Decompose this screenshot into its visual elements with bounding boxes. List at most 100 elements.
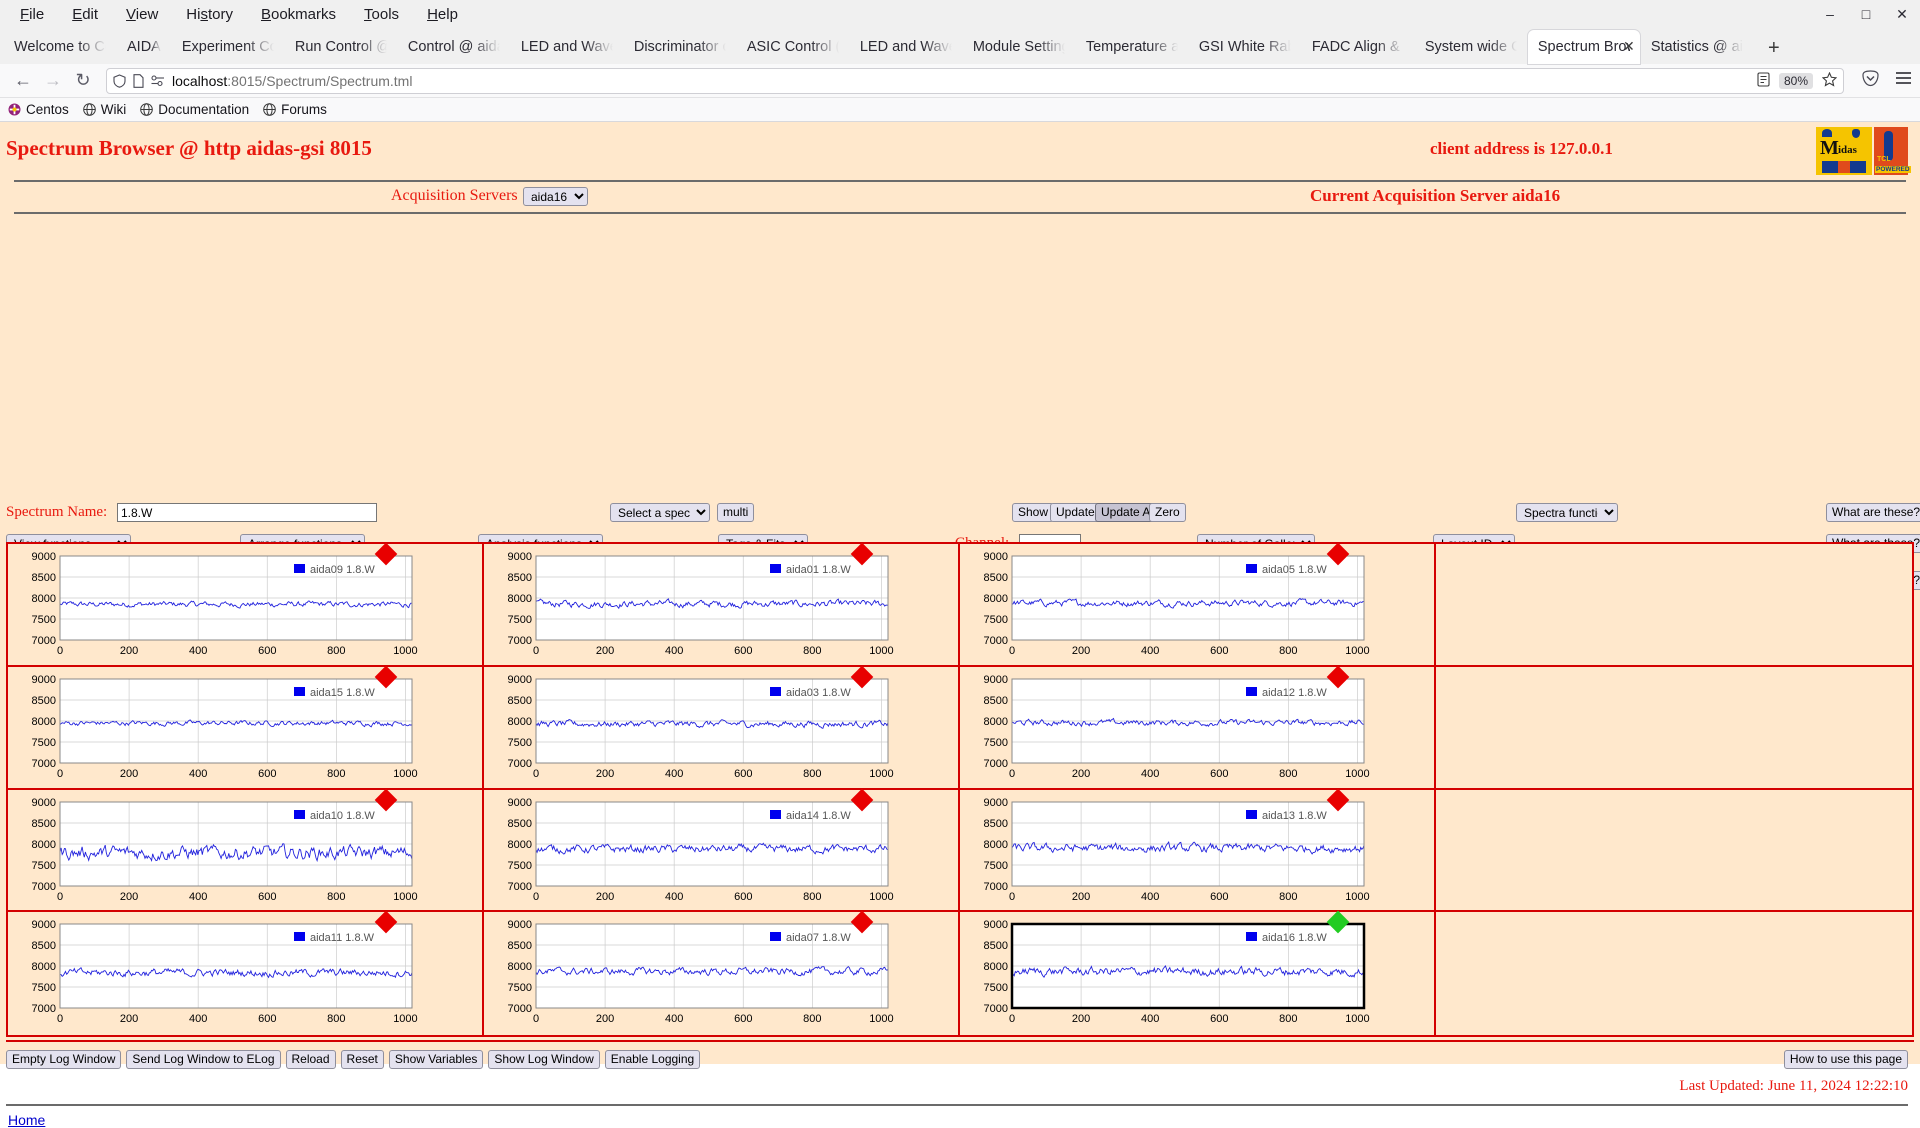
- footer-button[interactable]: Send Log Window to ELog: [126, 1050, 281, 1069]
- browser-tab[interactable]: Module Setting: [963, 30, 1075, 64]
- minimize-button[interactable]: –: [1812, 6, 1848, 22]
- gallery-cell[interactable]: [1436, 790, 1912, 913]
- spectrum-plot[interactable]: 7000 7500 8000 8500 9000 0 200 400 600 800 1000 ai…: [492, 671, 896, 783]
- svg-text:8000: 8000: [32, 593, 56, 605]
- browser-tab[interactable]: LED and Wavef: [511, 30, 623, 64]
- browser-tab[interactable]: Run Control @: [285, 30, 397, 64]
- browser-tab[interactable]: Experiment Co: [172, 30, 284, 64]
- menu-tools[interactable]: Tools: [350, 3, 413, 26]
- footer-button[interactable]: Show Variables: [388, 1050, 484, 1069]
- maximize-button[interactable]: □: [1848, 6, 1884, 22]
- svg-text:200: 200: [1072, 1013, 1090, 1025]
- footer-button[interactable]: Reload: [285, 1050, 336, 1069]
- menu-file[interactable]: File: [6, 3, 58, 26]
- spectrum-plot[interactable]: 7000 7500 8000 8500 9000 0 200 400 600 800 1000 ai…: [968, 794, 1372, 906]
- spectrum-plot[interactable]: 7000 7500 8000 8500 9000 0 200 400 600 800 1000 ai…: [492, 916, 896, 1028]
- menu-edit[interactable]: Edit: [58, 3, 112, 26]
- gallery-cell[interactable]: 7000 7500 8000 8500 9000 0 200 400 600 800 1000 ai…: [960, 665, 1436, 790]
- reload-button[interactable]: ↻: [68, 70, 98, 91]
- what-are-these-button-1[interactable]: What are these?: [1826, 503, 1920, 522]
- gallery-cell[interactable]: 7000 7500 8000 8500 9000 0 200 400 600 800 1000 ai…: [960, 788, 1436, 913]
- svg-text:0: 0: [533, 768, 539, 780]
- acquisition-server-select[interactable]: aida16: [523, 187, 588, 206]
- footer-button[interactable]: Empty Log Window: [6, 1050, 122, 1069]
- browser-tab[interactable]: System wide C: [1415, 30, 1527, 64]
- bookmark-item[interactable]: Forums: [263, 102, 327, 117]
- browser-tab[interactable]: Control @ aida: [398, 30, 510, 64]
- spectrum-name-input[interactable]: [117, 503, 377, 522]
- gallery-cell[interactable]: 7000 7500 8000 8500 9000 0 200 400 600 800 1000 ai…: [484, 910, 960, 1035]
- browser-tab[interactable]: LED and Wavef: [850, 30, 962, 64]
- menu-help[interactable]: Help: [413, 3, 472, 26]
- show-button[interactable]: Show: [1012, 503, 1055, 522]
- select-spectrum-dropdown[interactable]: Select a spectrum: [610, 503, 710, 522]
- how-to-use-button[interactable]: How to use this page: [1783, 1050, 1908, 1069]
- gallery-cell[interactable]: [1436, 912, 1912, 1035]
- gallery-cell[interactable]: 7000 7500 8000 8500 9000 0 200 400 600 800 1000 ai…: [8, 910, 484, 1035]
- back-button[interactable]: ←: [8, 70, 38, 91]
- gallery-cell[interactable]: 7000 7500 8000 8500 9000 0 200 400 600 800 1000 ai…: [8, 788, 484, 913]
- browser-tab[interactable]: Discriminator c: [624, 30, 736, 64]
- browser-tab[interactable]: FADC Align & C: [1302, 30, 1414, 64]
- gallery-cell[interactable]: 7000 7500 8000 8500 9000 0 200 400 600 800 1000 ai…: [484, 788, 960, 913]
- menu-bookmarks[interactable]: Bookmarks: [247, 3, 350, 26]
- zoom-level-badge[interactable]: 80%: [1778, 72, 1813, 89]
- spectrum-plot[interactable]: 7000 7500 8000 8500 9000 0 200 400 600 800 1000 ai…: [492, 794, 896, 906]
- zero-button[interactable]: Zero: [1149, 503, 1186, 522]
- update-button[interactable]: Update: [1050, 503, 1101, 522]
- spectrum-plot[interactable]: 7000 7500 8000 8500 9000 0 200 400 600 800 1000 ai…: [16, 794, 420, 906]
- new-tab-button[interactable]: +: [1760, 34, 1788, 64]
- url-bar[interactable]: localhost:8015/Spectrum/Spectrum.tml 80%: [106, 67, 1844, 94]
- tab-close-icon[interactable]: ✕: [1622, 39, 1636, 54]
- svg-text:800: 800: [1279, 768, 1297, 780]
- svg-text:0: 0: [533, 1013, 539, 1025]
- close-window-button[interactable]: ✕: [1884, 6, 1920, 23]
- gallery-cell[interactable]: 7000 7500 8000 8500 9000 0 200 400 600 800 1000 ai…: [8, 665, 484, 790]
- hamburger-menu-icon[interactable]: [1895, 71, 1912, 90]
- multi-button[interactable]: multi: [717, 503, 755, 522]
- svg-text:aida12 1.8.W: aida12 1.8.W: [1262, 687, 1327, 699]
- menu-view[interactable]: View: [112, 3, 172, 26]
- browser-tab[interactable]: AIDA: [117, 30, 171, 64]
- svg-text:7000: 7000: [508, 758, 532, 770]
- chrome-right-icons: [1852, 69, 1912, 92]
- gallery-cell[interactable]: 7000 7500 8000 8500 9000 0 200 400 600 800 1000 ai…: [960, 542, 1436, 667]
- browser-tab[interactable]: Spectrum Brow ✕: [1527, 30, 1640, 64]
- forward-button[interactable]: →: [38, 70, 68, 91]
- browser-tab[interactable]: ASIC Control (: [737, 30, 849, 64]
- gallery-cell[interactable]: [1436, 667, 1912, 790]
- bookmark-star-icon[interactable]: [1821, 71, 1838, 90]
- spectra-functions-dropdown[interactable]: Spectra functions: [1516, 503, 1618, 522]
- footer-button[interactable]: Show Log Window: [488, 1050, 600, 1069]
- svg-text:7000: 7000: [984, 1003, 1008, 1015]
- spectrum-plot[interactable]: 7000 7500 8000 8500 9000 0 200 400 600 800 1000 ai…: [16, 671, 420, 783]
- spectrum-plot[interactable]: 7000 7500 8000 8500 9000 0 200 400 600 800 1000 ai…: [968, 548, 1372, 660]
- menu-history[interactable]: History: [172, 3, 247, 26]
- footer-button[interactable]: Enable Logging: [604, 1050, 701, 1069]
- spectrum-plot[interactable]: 7000 7500 8000 8500 9000 0 200 400 600 800 1000 ai…: [492, 548, 896, 660]
- bookmark-item[interactable]: Wiki: [82, 102, 126, 117]
- pocket-icon[interactable]: [1862, 69, 1879, 92]
- spectrum-plot[interactable]: 7000 7500 8000 8500 9000 0 200 400 600 800 1000 ai…: [16, 548, 420, 660]
- spectrum-plot[interactable]: 7000 7500 8000 8500 9000 0 200 400 600 800 1000 ai…: [16, 916, 420, 1028]
- reader-mode-icon[interactable]: [1757, 71, 1770, 90]
- browser-tab[interactable]: GSI White Rabb: [1189, 30, 1301, 64]
- gallery-cell[interactable]: 7000 7500 8000 8500 9000 0 200 400 600 800 1000 ai…: [960, 910, 1436, 1035]
- svg-text:aida07 1.8.W: aida07 1.8.W: [786, 932, 851, 944]
- bookmark-item[interactable]: Centos: [8, 102, 69, 117]
- bookmark-item[interactable]: Documentation: [140, 102, 249, 117]
- gallery-cell[interactable]: 7000 7500 8000 8500 9000 0 200 400 600 800 1000 ai…: [8, 542, 484, 667]
- home-link[interactable]: Home: [8, 1112, 45, 1128]
- browser-tab[interactable]: Welcome to Ce: [4, 30, 116, 64]
- footer-button[interactable]: Reset: [340, 1050, 384, 1069]
- browser-tab[interactable]: Temperature a: [1076, 30, 1188, 64]
- permissions-icon[interactable]: [151, 74, 165, 87]
- svg-text:0: 0: [57, 768, 63, 780]
- gallery-cell[interactable]: 7000 7500 8000 8500 9000 0 200 400 600 800 1000 ai…: [484, 542, 960, 667]
- spectrum-plot[interactable]: 7000 7500 8000 8500 9000 0 200 400 600 800 1000 ai…: [968, 916, 1372, 1028]
- spectrum-plot[interactable]: 7000 7500 8000 8500 9000 0 200 400 600 800 1000 ai…: [968, 671, 1372, 783]
- gallery-cell[interactable]: 7000 7500 8000 8500 9000 0 200 400 600 800 1000 ai…: [484, 665, 960, 790]
- gallery-cell[interactable]: [1436, 544, 1912, 667]
- browser-tab[interactable]: Statistics @ aid: [1641, 30, 1753, 64]
- svg-text:9000: 9000: [508, 797, 532, 809]
